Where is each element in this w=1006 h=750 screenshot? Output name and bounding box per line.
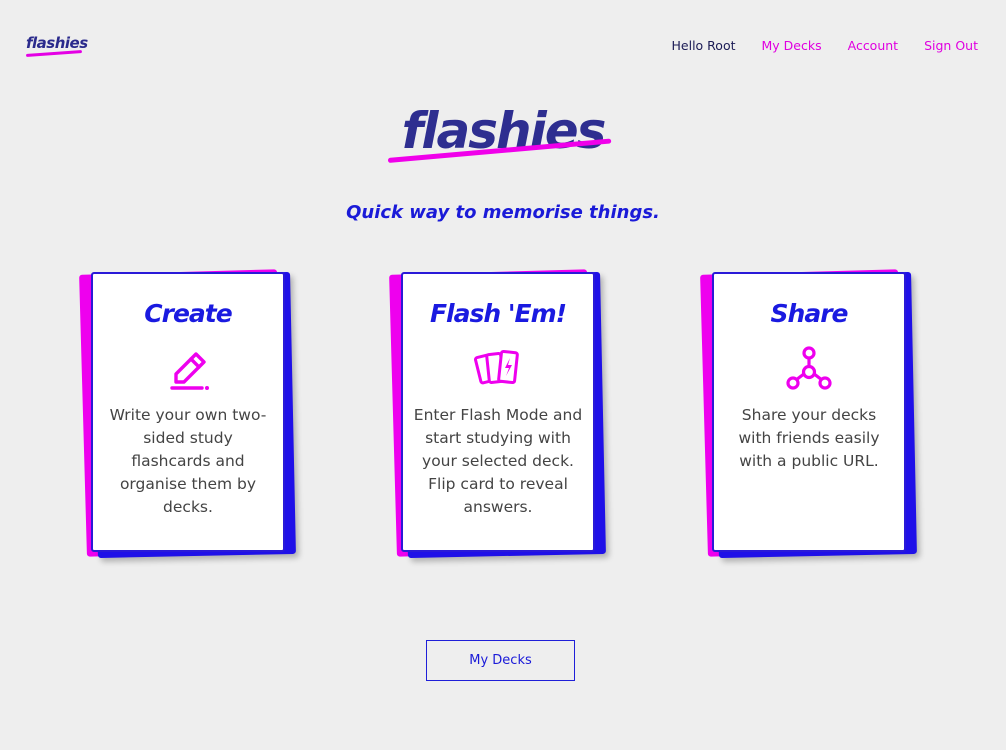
card-title: Create bbox=[144, 299, 232, 328]
nav-link-my-decks[interactable]: My Decks bbox=[762, 38, 822, 53]
share-network-icon bbox=[786, 345, 832, 390]
card-description: Share your decks with friends easily wit… bbox=[738, 405, 880, 470]
user-greeting: Hello Root bbox=[671, 38, 736, 53]
feature-card-share: Share Share your decks with friends easi… bbox=[700, 269, 917, 559]
card-face: Flash 'Em! Enter Flash Mode and start st… bbox=[401, 272, 595, 552]
nav-link-account[interactable]: Account bbox=[848, 38, 898, 53]
card-face: Share Share your decks with friends easi… bbox=[712, 272, 906, 552]
my-decks-button[interactable]: My Decks bbox=[426, 640, 575, 681]
pencil-icon bbox=[170, 351, 209, 390]
card-face: Create Write your own two-sided study fl… bbox=[91, 272, 285, 552]
card-description: Enter Flash Mode and start studying with… bbox=[413, 405, 583, 516]
card-title: Flash 'Em! bbox=[429, 299, 567, 328]
nav-logo[interactable]: flashies bbox=[25, 34, 88, 57]
feature-card-create: Create Write your own two-sided study fl… bbox=[79, 269, 296, 559]
feature-card-flash: Flash 'Em! Enter Flash Mode and start st… bbox=[389, 269, 606, 559]
card-title: Share bbox=[770, 299, 849, 328]
nav-link-sign-out[interactable]: Sign Out bbox=[924, 38, 978, 53]
card-description: Write your own two-sided study flashcard… bbox=[109, 405, 267, 516]
top-nav: Hello Root My Decks Account Sign Out bbox=[672, 38, 978, 53]
flash-cards-icon bbox=[473, 349, 519, 384]
page: flashies Hello Root My Decks Account Sig… bbox=[0, 0, 1006, 750]
tagline: Quick way to memorise things. bbox=[346, 202, 660, 223]
